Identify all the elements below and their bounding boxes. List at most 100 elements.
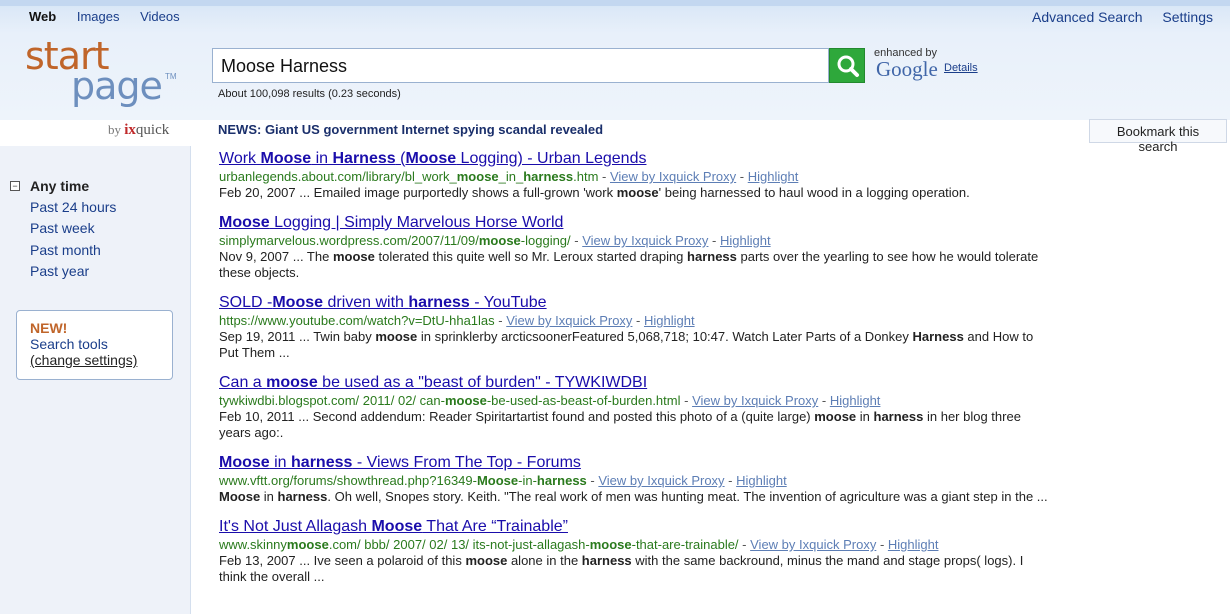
search-result: SOLD -Moose driven with harness - YouTub… [219,293,1049,361]
proxy-link[interactable]: View by Ixquick Proxy [598,473,724,488]
result-title-link[interactable]: Moose Logging | Simply Marvelous Horse W… [219,213,1049,233]
highlight-link[interactable]: Highlight [736,473,787,488]
text-segment: Feb 10, 2011 ... Second addendum: Reader… [219,409,815,424]
logo-page-text: page [71,64,163,108]
separator: - [598,169,610,184]
highlight-link[interactable]: Highlight [830,393,881,408]
highlighted-term: moose [478,233,521,248]
result-title-link[interactable]: Can a moose be used as a "beast of burde… [219,373,1049,393]
search-result: Work Moose in Harness (Moose Logging) - … [219,149,1049,201]
search-button[interactable] [829,48,865,83]
highlighted-term: Harness [332,150,396,167]
search-result: Can a moose be used as a "beast of burde… [219,373,1049,441]
result-url[interactable]: https://www.youtube.com/watch?v=DtU-hha1… [219,313,495,328]
text-segment: Can a [219,374,267,391]
separator: - [724,473,737,488]
result-title-link[interactable]: Work Moose in Harness (Moose Logging) - … [219,149,1049,169]
text-segment: . Oh well, Snopes story. Keith. "The rea… [327,489,1048,504]
text-segment: ( [395,150,406,167]
text-segment: Logging | Simply Marvelous Horse World [269,214,564,231]
logo-by-ixquick: by ixquick [108,122,169,139]
search-input[interactable]: Moose Harness [212,48,829,83]
google-logo: Google [876,57,938,81]
startpage-logo[interactable]: start page TM by ixquick [25,34,185,139]
result-url-line: urbanlegends.about.com/library/bl_work_m… [219,169,1049,185]
result-url[interactable]: www.vftt.org/forums/showthread.php?16349… [219,473,587,488]
time-filter-past-24-hours[interactable]: Past 24 hours [30,199,116,215]
result-snippet: Moose in harness. Oh well, Snopes story.… [219,489,1049,505]
text-segment: That Are “Trainable” [422,518,568,535]
result-url[interactable]: urbanlegends.about.com/library/bl_work_m… [219,169,598,184]
highlighted-term: moose [444,393,487,408]
result-title-link[interactable]: SOLD -Moose driven with harness - YouTub… [219,293,1049,313]
search-tools-link[interactable]: Search tools [30,336,159,352]
nav-images[interactable]: Images [77,9,120,24]
time-filter-past-month[interactable]: Past month [30,242,101,258]
text-segment: _in_ [498,169,524,184]
text-segment: Nov 9, 2007 ... The [219,249,333,264]
text-segment: tolerated this quite well so Mr. Leroux … [374,249,688,264]
proxy-link[interactable]: View by Ixquick Proxy [582,233,708,248]
result-url-line: www.skinnymoose.com/ bbb/ 2007/ 02/ 13/ … [219,537,1049,553]
highlight-link[interactable]: Highlight [720,233,771,248]
highlighted-term: harness [581,553,632,568]
text-segment: SOLD - [219,294,273,311]
highlighted-term: moose [266,374,318,391]
text-segment: www.vftt.org/forums/showthread.php?16349… [219,473,477,488]
text-segment: - Views From The Top - Forums [352,454,581,471]
details-link[interactable]: Details [944,62,978,74]
highlighted-term: harness [536,473,587,488]
proxy-link[interactable]: View by Ixquick Proxy [750,537,876,552]
logo-by-text: by [108,122,121,137]
highlighted-term: moose [589,537,632,552]
result-url[interactable]: tywkiwdbi.blogspot.com/ 2011/ 02/ can-mo… [219,393,681,408]
separator: - [876,537,888,552]
highlighted-term: Moose [260,150,312,167]
highlighted-term: Harness [912,329,964,344]
highlighted-term: moose [286,537,329,552]
advanced-search-link[interactable]: Advanced Search [1032,9,1143,25]
highlighted-term: moose [814,409,857,424]
proxy-link[interactable]: View by Ixquick Proxy [506,313,632,328]
collapse-icon[interactable]: − [10,181,20,191]
result-snippet: Feb 13, 2007 ... Ive seen a polaroid of … [219,553,1049,585]
result-title-link[interactable]: It's Not Just Allagash Moose That Are “T… [219,517,1049,537]
settings-link[interactable]: Settings [1162,9,1213,25]
text-segment: -be-used-as-beast-of-burden.html [486,393,681,408]
proxy-link[interactable]: View by Ixquick Proxy [610,169,736,184]
text-segment: https://www.youtube.com/watch?v=DtU-hha1… [219,313,495,328]
text-segment: simplymarvelous.wordpress.com/2007/11/09… [219,233,479,248]
text-segment: .com/ bbb/ 2007/ 02/ 13/ its-not-just-al… [328,537,590,552]
text-segment: Feb 13, 2007 ... Ive seen a polaroid of … [219,553,466,568]
bookmark-button[interactable]: Bookmark this search [1089,119,1227,154]
highlight-link[interactable]: Highlight [888,537,939,552]
highlight-link[interactable]: Highlight [644,313,695,328]
search-result: Moose in harness - Views From The Top - … [219,453,1049,505]
result-title-link[interactable]: Moose in harness - Views From The Top - … [219,453,1049,473]
highlighted-term: harness [291,454,353,471]
time-filter-any[interactable]: Any time [30,178,89,194]
time-filter-past-year[interactable]: Past year [30,263,89,279]
change-settings-link[interactable]: (change settings) [30,352,159,368]
highlighted-term: moose [456,169,499,184]
result-url[interactable]: simplymarvelous.wordpress.com/2007/11/09… [219,233,571,248]
text-segment: -logging/ [520,233,571,248]
text-segment: Sep 19, 2011 ... Twin baby [219,329,376,344]
text-segment: driven with [323,294,409,311]
nav-videos[interactable]: Videos [140,9,180,24]
text-segment: in [311,150,333,167]
search-result: Moose Logging | Simply Marvelous Horse W… [219,213,1049,281]
text-segment: It's Not Just Allagash [219,518,372,535]
highlighted-term: moose [375,329,418,344]
result-url-line: simplymarvelous.wordpress.com/2007/11/09… [219,233,1049,249]
time-filter-past-week[interactable]: Past week [30,220,95,236]
highlighted-term: moose [332,249,375,264]
proxy-link[interactable]: View by Ixquick Proxy [692,393,818,408]
highlighted-term: Moose [219,214,270,231]
highlighted-term: Moose [476,473,519,488]
nav-web[interactable]: Web [29,9,56,24]
news-headline[interactable]: NEWS: Giant US government Internet spyin… [218,122,603,137]
result-url[interactable]: www.skinnymoose.com/ bbb/ 2007/ 02/ 13/ … [219,537,739,552]
results-list: Work Moose in Harness (Moose Logging) - … [219,149,1049,597]
highlight-link[interactable]: Highlight [748,169,799,184]
